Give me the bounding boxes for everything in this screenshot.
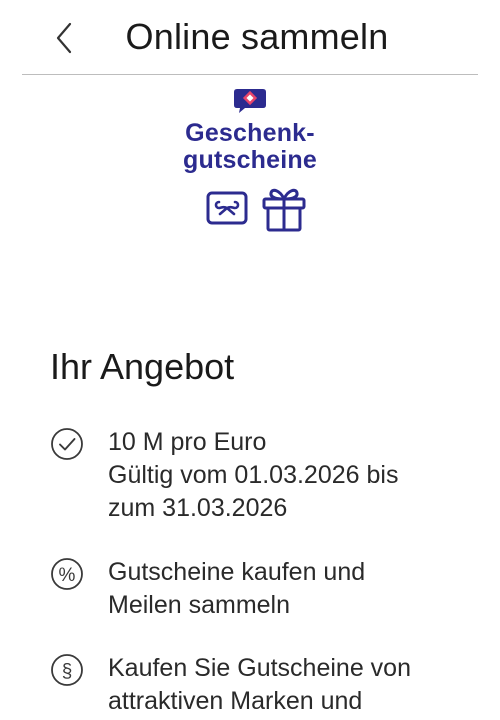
brand-title-line2: gutscheine: [183, 146, 317, 174]
gift-icon: [262, 188, 306, 232]
svg-text:%: %: [59, 565, 76, 586]
page-title: Online sammeln: [125, 16, 389, 57]
svg-text:§: §: [62, 661, 73, 682]
brand-mark-icon: [234, 89, 266, 113]
benefit-item-buy: % Gutscheine kaufen und Meilen sammeln: [50, 556, 470, 622]
check-circle-icon: [51, 428, 83, 460]
voucher-icon: [206, 191, 248, 225]
benefit-item-miles: 10 M pro Euro Gültig vom 01.03.2026 bis …: [50, 426, 470, 525]
header-divider: [22, 74, 478, 75]
benefit-text: 10 M pro Euro Gültig vom 01.03.2026 bis …: [108, 426, 398, 525]
percent-circle-icon: %: [51, 558, 83, 590]
benefit-line: Gültig vom 01.03.2026 bis: [108, 461, 399, 489]
gift-voucher-logo: Geschenk- gutscheine: [0, 88, 500, 232]
benefit-text: Gutscheine kaufen und Meilen sammeln: [108, 556, 365, 622]
brand-title-line1: Geschenk-: [185, 119, 315, 147]
benefit-text: Kaufen Sie Gutscheine von attraktiven Ma…: [108, 652, 411, 718]
header-bar: Online sammeln: [0, 0, 500, 74]
benefit-item-brands: § Kaufen Sie Gutscheine von attraktiven …: [50, 652, 470, 718]
brand-icons: [192, 184, 308, 232]
benefit-line: zum 31.03.2026: [108, 494, 288, 522]
section-circle-icon: §: [51, 654, 83, 686]
benefit-line: Gutscheine kaufen und: [108, 558, 366, 586]
benefit-line: Meilen sammeln: [108, 591, 291, 619]
benefit-line: Kaufen Sie Gutscheine von: [108, 654, 411, 682]
offer-section-title: Ihr Angebot: [50, 346, 235, 387]
benefit-line: 10 M pro Euro: [108, 428, 267, 456]
benefit-line: attraktiven Marken und: [108, 687, 363, 715]
